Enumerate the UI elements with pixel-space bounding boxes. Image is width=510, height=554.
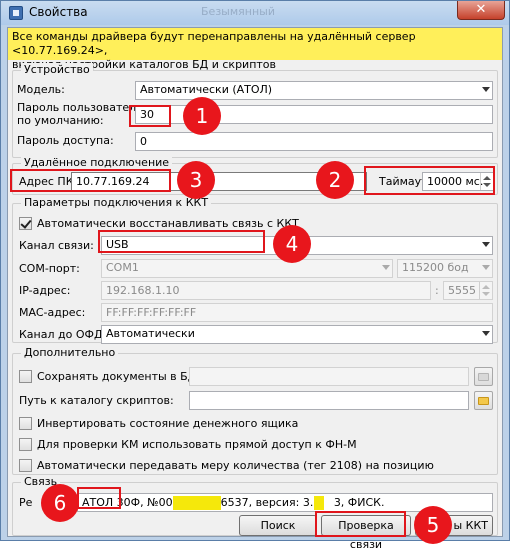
quantity-tag-label: Автоматически передавать меру количества… — [37, 459, 434, 472]
save-docs-label: Сохранять документы в БД — [37, 370, 197, 383]
annotation-box-address — [10, 169, 171, 192]
invert-drawer-checkbox[interactable] — [19, 417, 32, 430]
remote-server-banner: Все команды драйвера будут перенаправлен… — [8, 28, 502, 71]
com-port-select[interactable]: COM1 — [101, 259, 393, 278]
result-part-2: Ф, №00 — [130, 496, 173, 509]
dialog-client-area: Все команды драйвера будут перенаправлен… — [7, 27, 503, 551]
ofd-channel-label: Канал до ОФД: — [19, 328, 107, 341]
auto-restore-label: Автоматически восстанавливать связь с КК… — [37, 217, 299, 230]
result-part-3: 6537, версия: 3.0. — [220, 496, 324, 509]
ip-label: IP-адрес: — [19, 284, 71, 297]
chevron-down-icon — [382, 265, 390, 270]
redaction-mark — [314, 496, 324, 510]
device-group-title: Устройство — [21, 63, 93, 76]
access-password-input[interactable]: 0 — [135, 132, 493, 151]
model-value: Автоматически (АТОЛ) — [140, 83, 273, 96]
background-window-title: Безымянный — [201, 5, 275, 18]
com-port-value: COM1 — [106, 261, 139, 274]
db-path-input[interactable] — [189, 367, 469, 386]
annotation-box-check — [315, 511, 406, 537]
device-group: Устройство Модель: Автоматически (АТОЛ) … — [12, 63, 498, 158]
user-password-label-2: по умолчанию: — [17, 114, 104, 127]
close-icon[interactable]: ✕ — [457, 1, 505, 20]
remote-connection-title: Удалённое подключение — [21, 156, 173, 169]
extra-group-title: Дополнительно — [21, 346, 119, 359]
chevron-down-icon — [482, 265, 490, 270]
result-part-4: 3, ФИСК. — [333, 496, 385, 509]
quantity-tag-checkbox[interactable] — [19, 459, 32, 472]
baud-value: 115200 бод — [402, 261, 469, 274]
kkt-connection-title: Параметры подключения к ККТ — [21, 196, 212, 209]
mac-input[interactable]: FF:FF:FF:FF:FF:FF — [101, 303, 493, 322]
com-port-label: COM-порт: — [19, 262, 80, 275]
ofd-channel-value: Автоматически — [106, 327, 195, 340]
folder-icon[interactable] — [474, 391, 493, 410]
port-value: 5555 — [448, 284, 476, 297]
annotation-box-password — [129, 105, 171, 127]
baud-select[interactable]: 115200 бод — [397, 259, 493, 278]
result-label: Ре — [19, 496, 33, 509]
chevron-down-icon — [482, 331, 490, 336]
model-select[interactable]: Автоматически (АТОЛ) — [135, 81, 493, 100]
annotation-badge-3: 3 — [177, 161, 215, 199]
annotation-badge-5: 5 — [414, 506, 452, 544]
annotation-badge-4: 4 — [273, 225, 311, 263]
extra-group: Дополнительно Сохранять документы в БД П… — [12, 346, 498, 475]
km-direct-label: Для проверки КМ использовать прямой дост… — [37, 438, 357, 451]
channel-label: Канал связи: — [19, 239, 94, 252]
properties-window-icon — [9, 6, 23, 20]
annotation-box-result — [77, 487, 121, 509]
annotation-badge-2: 2 — [316, 161, 354, 199]
model-label: Модель: — [17, 83, 65, 96]
window-title: Свойства — [29, 5, 88, 19]
kkt-connection-group: Параметры подключения к ККТ Автоматическ… — [12, 196, 498, 344]
chevron-down-icon — [482, 242, 490, 247]
access-password-label: Пароль доступа: — [17, 134, 114, 147]
chevron-down-icon — [482, 87, 490, 92]
annotation-badge-6: 6 — [41, 484, 79, 522]
ofd-channel-select[interactable]: Автоматически — [101, 325, 493, 344]
mac-label: MAC-адрес: — [19, 306, 86, 319]
annotation-badge-1: 1 — [183, 97, 221, 135]
auto-restore-checkbox[interactable] — [19, 217, 32, 230]
user-password-label-1: Пароль пользователя — [17, 101, 143, 114]
save-docs-checkbox[interactable] — [19, 370, 32, 383]
ip-input[interactable]: 192.168.1.10 — [101, 281, 431, 300]
annotation-box-channel — [98, 230, 265, 253]
banner-line-1: Все команды драйвера будут перенаправлен… — [12, 30, 416, 57]
annotation-box-timeout — [364, 166, 495, 195]
properties-window: Свойства Безымянный ✕ Все команды драйве… — [0, 0, 510, 551]
spin-arrows-icon[interactable] — [479, 282, 491, 299]
search-button[interactable]: Поиск — [239, 515, 317, 536]
folder-icon[interactable] — [474, 367, 493, 386]
scripts-path-label: Путь к каталогу скриптов: — [19, 394, 174, 407]
scripts-path-input[interactable] — [189, 391, 469, 410]
port-separator: : — [435, 284, 439, 297]
title-bar[interactable]: Свойства Безымянный ✕ — [1, 1, 509, 25]
redaction-mark — [173, 496, 221, 510]
km-direct-checkbox[interactable] — [19, 438, 32, 451]
invert-drawer-label: Инвертировать состояние денежного ящика — [37, 417, 299, 430]
